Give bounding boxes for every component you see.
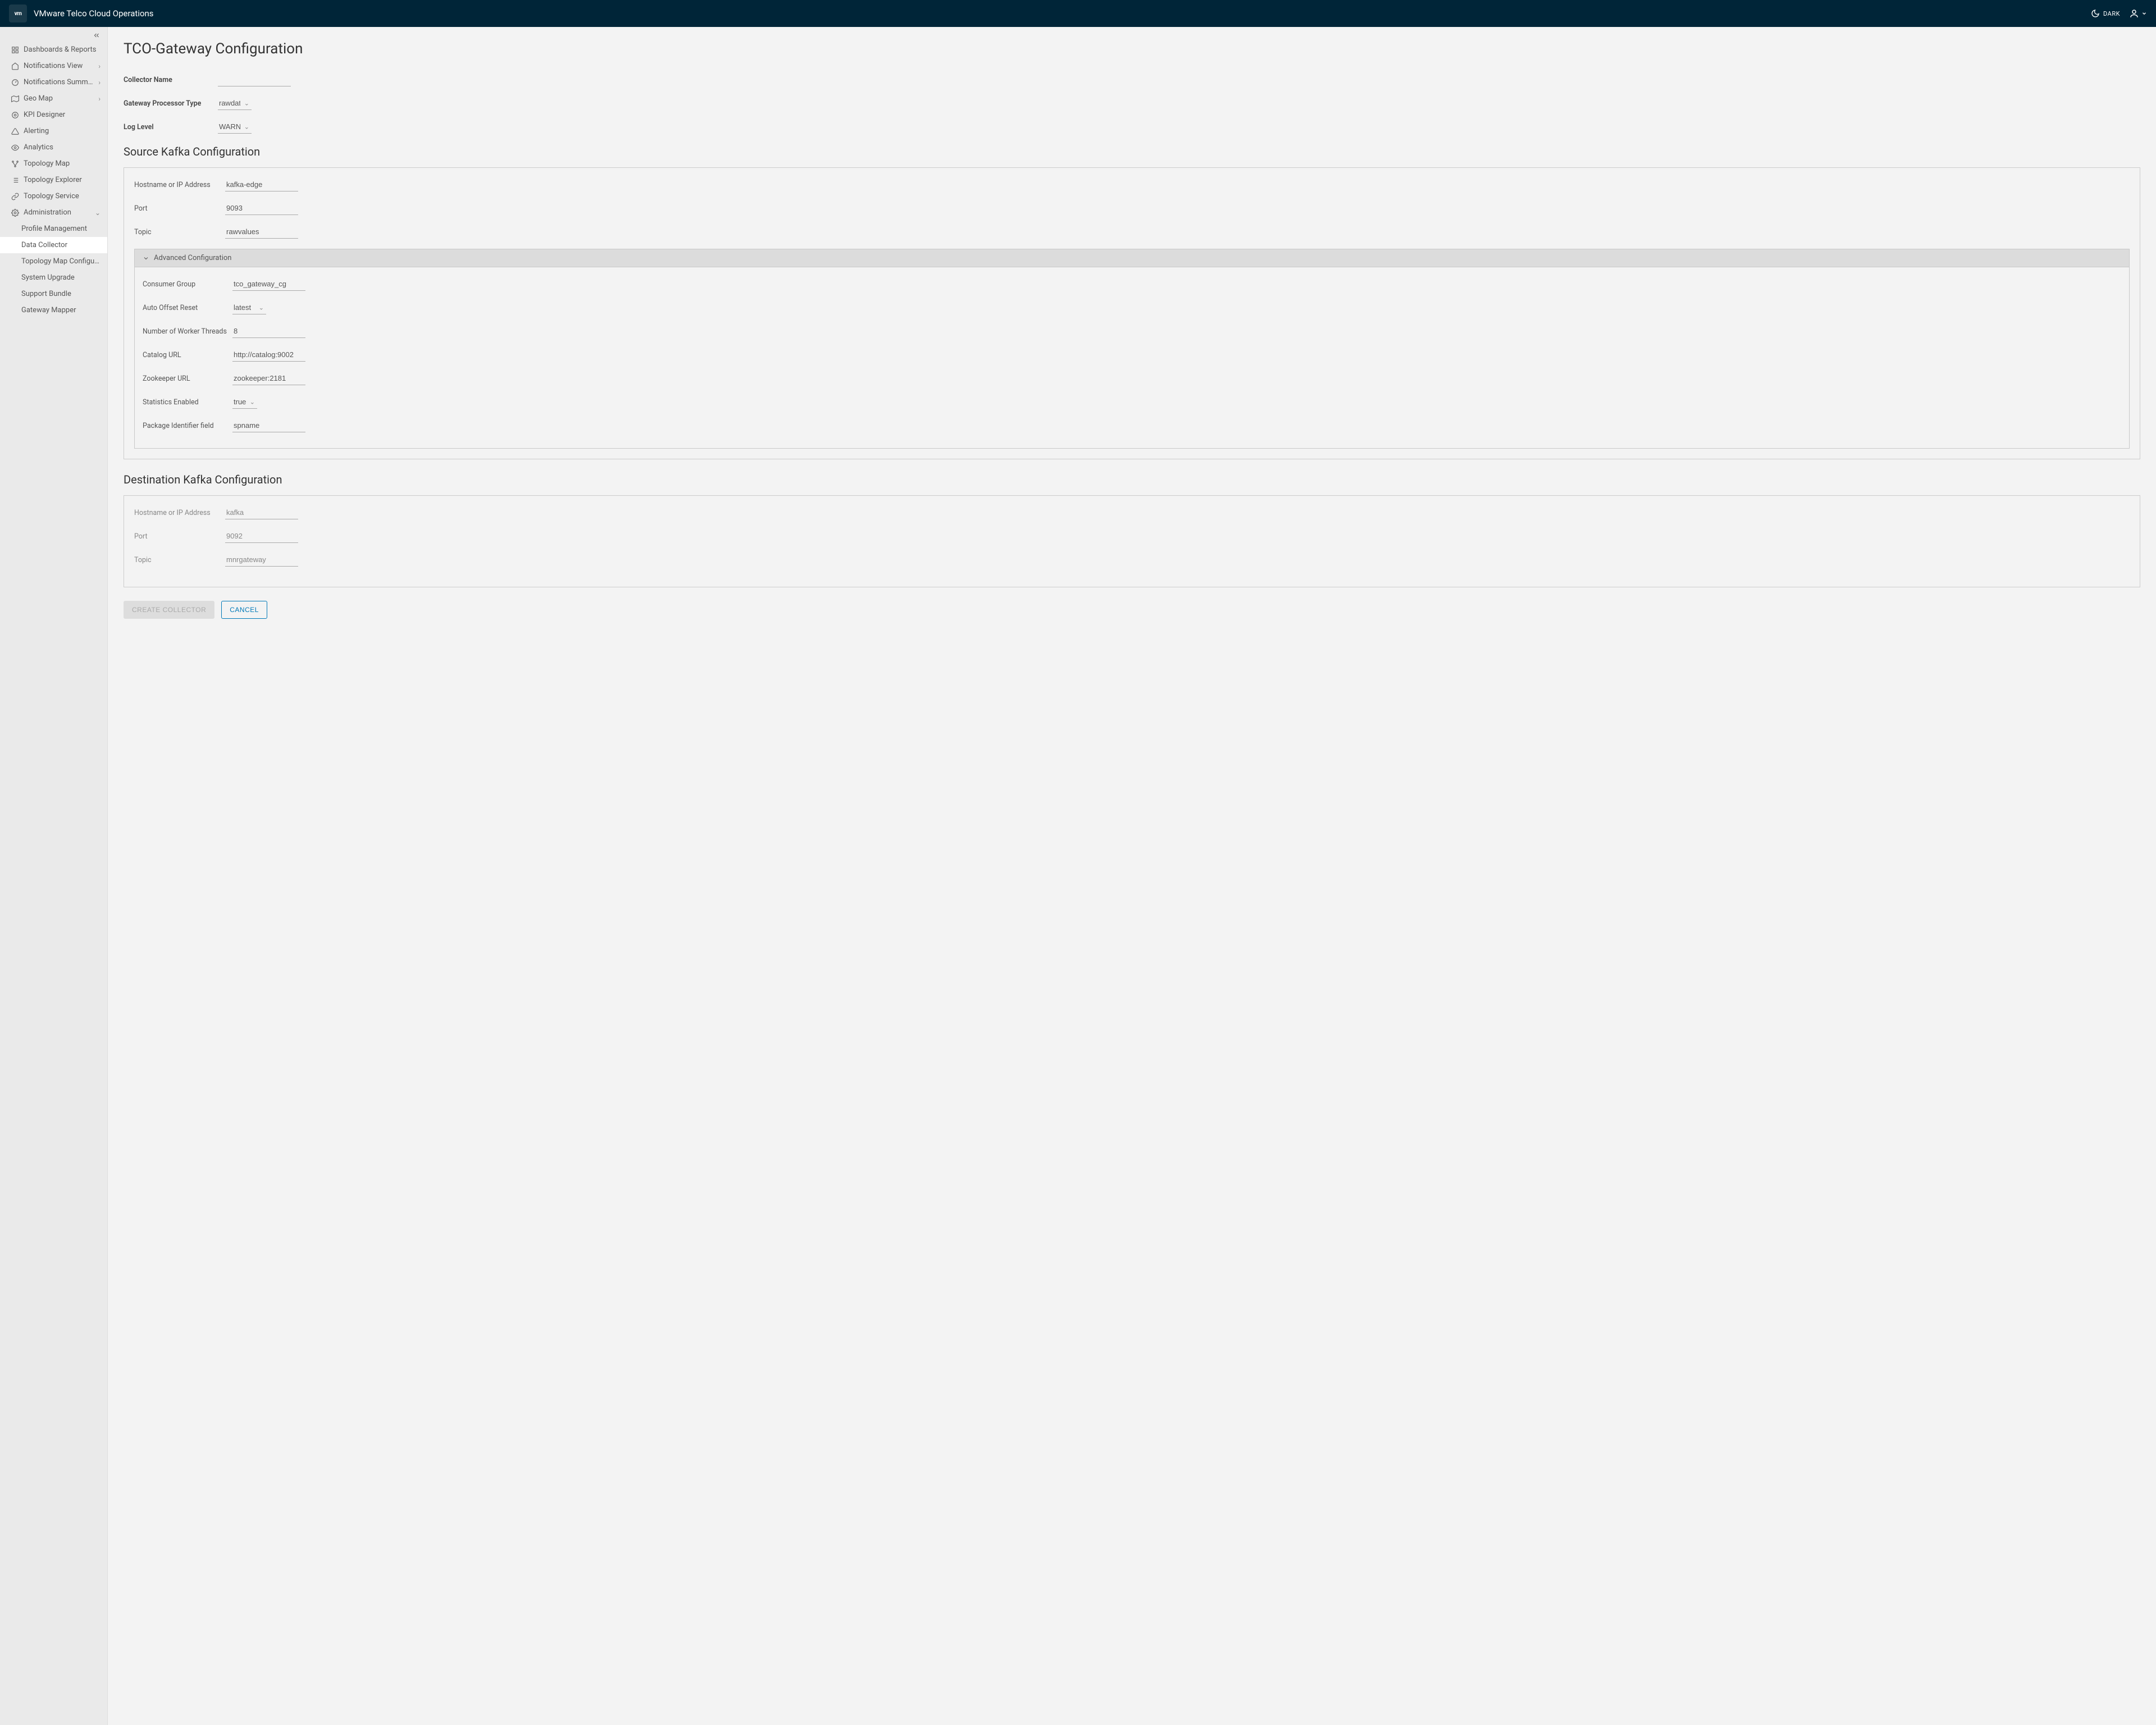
- stats-label: Statistics Enabled: [143, 398, 232, 407]
- pkg-label: Package Identifier field: [143, 422, 232, 430]
- user-icon: [2129, 8, 2139, 19]
- pkg-input[interactable]: [232, 419, 305, 432]
- sidebar-subitem-data-collector[interactable]: Data Collector: [0, 237, 107, 253]
- moon-icon: [2091, 9, 2100, 18]
- app-title: VMware Telco Cloud Operations: [34, 8, 2091, 19]
- source-hostname-input[interactable]: [225, 178, 298, 191]
- dark-label: DARK: [2103, 10, 2120, 17]
- gateway-type-label: Gateway Processor Type: [124, 99, 218, 108]
- advanced-config-label: Advanced Configuration: [154, 254, 231, 262]
- sidebar: Dashboards & ReportsNotifications View›N…: [0, 27, 108, 1725]
- explorer-icon: [11, 176, 19, 184]
- create-collector-button[interactable]: CREATE COLLECTOR: [124, 601, 214, 619]
- sidebar-subitem-gateway-mapper[interactable]: Gateway Mapper: [0, 302, 107, 318]
- sidebar-item-label: Analytics: [24, 143, 101, 152]
- sidebar-item-analytics[interactable]: Analytics: [0, 139, 107, 156]
- page-title: TCO-Gateway Configuration: [124, 40, 2140, 57]
- sidebar-subitem-support-bundle[interactable]: Support Bundle: [0, 286, 107, 302]
- source-section: Hostname or IP Address Port Topic Advanc…: [124, 167, 2140, 459]
- chevron-down-icon: [143, 255, 149, 262]
- sidebar-item-notifications-summ-[interactable]: Notifications Summ… ›: [0, 74, 107, 90]
- dark-mode-toggle[interactable]: DARK: [2091, 9, 2120, 18]
- source-port-label: Port: [134, 204, 225, 213]
- sidebar-collapse-button[interactable]: [93, 31, 101, 39]
- zookeeper-input[interactable]: [232, 372, 305, 385]
- sidebar-item-administration[interactable]: Administration ⌄: [0, 204, 107, 221]
- source-hostname-label: Hostname or IP Address: [134, 181, 225, 189]
- alert-icon: [11, 127, 19, 135]
- catalog-label: Catalog URL: [143, 351, 232, 359]
- sidebar-item-label: Notifications Summ…: [24, 78, 94, 86]
- dest-hostname-input[interactable]: [225, 506, 298, 519]
- auto-offset-select[interactable]: [232, 301, 266, 314]
- dest-topic-label: Topic: [134, 556, 225, 564]
- zookeeper-label: Zookeeper URL: [143, 375, 232, 383]
- source-topic-input[interactable]: [225, 225, 298, 239]
- sidebar-item-kpi-designer[interactable]: KPI Designer: [0, 107, 107, 123]
- sidebar-item-label: Topology Service: [24, 192, 101, 200]
- source-port-input[interactable]: [225, 202, 298, 215]
- chevron-icon: ›: [98, 79, 101, 86]
- log-level-label: Log Level: [124, 123, 218, 131]
- vmware-logo: vm: [9, 4, 27, 22]
- collector-name-label: Collector Name: [124, 76, 218, 84]
- sidebar-item-notifications-view[interactable]: Notifications View ›: [0, 58, 107, 74]
- dest-section-title: Destination Kafka Configuration: [124, 473, 2140, 486]
- sidebar-subitem-profile-management[interactable]: Profile Management: [0, 221, 107, 237]
- workers-label: Number of Worker Threads: [143, 327, 232, 336]
- log-level-select[interactable]: [218, 120, 252, 134]
- workers-input[interactable]: [232, 325, 305, 338]
- home-icon: [11, 62, 19, 70]
- collector-name-input[interactable]: [218, 73, 291, 86]
- sidebar-item-label: Topology Map: [24, 159, 101, 168]
- sidebar-subitem-system-upgrade[interactable]: System Upgrade: [0, 270, 107, 286]
- advanced-config-body: Consumer Group Auto Offset Reset ⌄ Numbe…: [134, 267, 2130, 449]
- stats-select[interactable]: [232, 395, 257, 409]
- sidebar-item-alerting[interactable]: Alerting: [0, 123, 107, 139]
- sidebar-item-geo-map[interactable]: Geo Map ›: [0, 90, 107, 107]
- eye-icon: [11, 144, 19, 152]
- advanced-config-toggle[interactable]: Advanced Configuration: [134, 249, 2130, 267]
- sidebar-subitem-topology-map-configurat-[interactable]: Topology Map Configurat…: [0, 253, 107, 270]
- gear-icon: [11, 209, 19, 217]
- user-menu[interactable]: [2129, 8, 2147, 19]
- sidebar-item-label: Topology Explorer: [24, 176, 101, 184]
- sidebar-item-label: KPI Designer: [24, 111, 101, 119]
- auto-offset-label: Auto Offset Reset: [143, 304, 232, 312]
- sidebar-item-label: Dashboards & Reports: [24, 45, 101, 54]
- main-content: TCO-Gateway Configuration Collector Name…: [108, 27, 2156, 1725]
- sidebar-item-label: Notifications View: [24, 62, 94, 70]
- dest-port-input[interactable]: [225, 530, 298, 543]
- chevron-icon: ›: [98, 95, 101, 103]
- dest-port-label: Port: [134, 532, 225, 541]
- sidebar-item-label: Geo Map: [24, 94, 94, 103]
- service-icon: [11, 193, 19, 200]
- sidebar-item-topology-service[interactable]: Topology Service: [0, 188, 107, 204]
- source-topic-label: Topic: [134, 228, 225, 236]
- sidebar-item-topology-map[interactable]: Topology Map: [0, 156, 107, 172]
- map-icon: [11, 95, 19, 103]
- cancel-button[interactable]: CANCEL: [221, 601, 267, 619]
- dest-topic-input[interactable]: [225, 553, 298, 567]
- app-header: vm VMware Telco Cloud Operations DARK: [0, 0, 2156, 27]
- consumer-group-label: Consumer Group: [143, 280, 232, 289]
- gauge-icon: [11, 79, 19, 86]
- catalog-input[interactable]: [232, 348, 305, 362]
- chevron-icon: ›: [98, 62, 101, 70]
- sidebar-item-topology-explorer[interactable]: Topology Explorer: [0, 172, 107, 188]
- gateway-type-select[interactable]: [218, 97, 252, 110]
- dest-section: Hostname or IP Address Port Topic: [124, 495, 2140, 587]
- consumer-group-input[interactable]: [232, 277, 305, 291]
- dest-hostname-label: Hostname or IP Address: [134, 509, 225, 517]
- chevron-icon: ⌄: [95, 209, 101, 217]
- sidebar-item-label: Alerting: [24, 127, 101, 135]
- dashboard-icon: [11, 46, 19, 54]
- topo-icon: [11, 160, 19, 168]
- sidebar-item-dashboards-reports[interactable]: Dashboards & Reports: [0, 42, 107, 58]
- sidebar-item-label: Administration: [24, 208, 90, 217]
- source-section-title: Source Kafka Configuration: [124, 145, 2140, 158]
- chevron-down-icon: [2141, 11, 2147, 16]
- kpi-icon: [11, 111, 19, 119]
